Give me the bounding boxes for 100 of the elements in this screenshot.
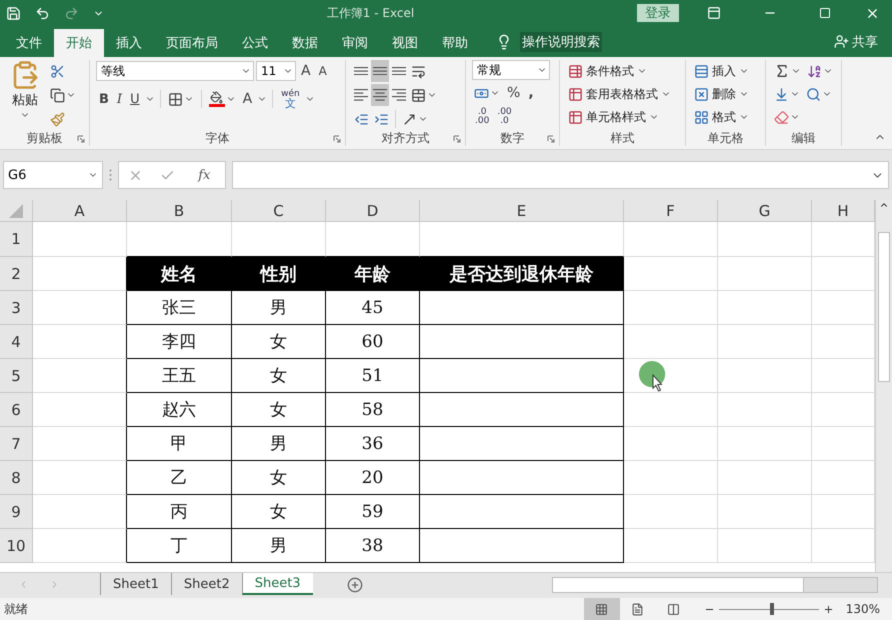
table-cell[interactable]: 男 <box>232 529 326 563</box>
zoom-level[interactable]: 130% <box>846 602 880 616</box>
percent-button[interactable]: % <box>504 82 524 104</box>
dialog-launcher-icon[interactable] <box>547 135 555 143</box>
align-middle-button[interactable] <box>371 60 389 82</box>
row-header[interactable]: 6 <box>0 393 33 427</box>
save-icon[interactable] <box>6 6 21 20</box>
table-header-cell[interactable]: 姓名 <box>127 257 232 291</box>
insert-function-button[interactable]: fx <box>192 166 216 184</box>
ribbon-tab[interactable]: 公式 <box>230 29 280 57</box>
italic-button[interactable]: I <box>114 88 126 110</box>
ribbon-tab[interactable]: 帮助 <box>430 29 480 57</box>
table-cell[interactable]: 女 <box>232 461 326 495</box>
table-cell[interactable]: 59 <box>326 495 420 529</box>
column-header[interactable]: F <box>624 200 718 222</box>
ribbon-display-icon[interactable] <box>707 6 721 20</box>
font-name-field[interactable]: 等线 <box>96 61 254 81</box>
row-header[interactable]: 9 <box>0 495 33 529</box>
sheet-tab[interactable]: Sheet3 <box>242 573 313 595</box>
column-header[interactable]: C <box>232 200 326 222</box>
cells-menu-button[interactable]: 插入 <box>692 60 751 82</box>
table-cell[interactable]: 李四 <box>127 325 232 359</box>
cells-menu-button[interactable]: 删除 <box>692 83 751 105</box>
row-header[interactable]: 7 <box>0 427 33 461</box>
font-size-field[interactable]: 11 <box>256 61 296 81</box>
table-cell[interactable]: 60 <box>326 325 420 359</box>
underline-button[interactable]: U <box>127 88 143 110</box>
new-sheet-icon[interactable] <box>346 577 363 593</box>
table-header-cell[interactable]: 年龄 <box>326 257 420 291</box>
ribbon-tab[interactable]: 数据 <box>280 29 330 57</box>
font-color-button[interactable]: A <box>240 88 256 110</box>
name-box[interactable]: G6 <box>3 161 103 189</box>
ribbon-tab[interactable]: 插入 <box>104 29 154 57</box>
empty-cell[interactable] <box>420 291 624 325</box>
dialog-launcher-icon[interactable] <box>77 135 85 143</box>
ribbon-tab[interactable]: 视图 <box>380 29 430 57</box>
row-header[interactable]: 1 <box>0 222 33 257</box>
phonetic-button[interactable]: wén 文 <box>278 90 303 108</box>
dialog-launcher-icon[interactable] <box>453 135 461 143</box>
maximize-icon[interactable] <box>819 7 831 19</box>
table-cell[interactable]: 男 <box>232 427 326 461</box>
row-header[interactable]: 5 <box>0 359 33 393</box>
empty-cell[interactable] <box>420 495 624 529</box>
table-cell[interactable]: 36 <box>326 427 420 461</box>
style-menu-button[interactable]: 单元格样式 <box>566 106 673 128</box>
scrollbar-thumb[interactable] <box>878 232 890 382</box>
number-format-field[interactable]: 常规 <box>472 60 550 80</box>
sheet-tab[interactable]: Sheet1 <box>100 573 171 595</box>
column-header[interactable]: G <box>718 200 812 222</box>
cells-menu-button[interactable]: 格式 <box>692 106 751 128</box>
bold-button[interactable]: B <box>96 88 112 110</box>
tell-me-search[interactable]: 操作说明搜索 <box>520 32 602 52</box>
decimal-places-button[interactable]: .0 .00 <box>472 108 492 126</box>
share-button[interactable]: 共享 <box>828 26 884 57</box>
empty-cell[interactable] <box>420 461 624 495</box>
ribbon-tab[interactable]: 文件 <box>4 29 54 57</box>
empty-cell[interactable] <box>420 529 624 563</box>
zoom-in-icon[interactable] <box>822 604 834 614</box>
login-button[interactable]: 登录 <box>637 4 679 22</box>
table-cell[interactable]: 张三 <box>127 291 232 325</box>
table-cell[interactable]: 赵六 <box>127 393 232 427</box>
empty-cell[interactable] <box>420 325 624 359</box>
undo-icon[interactable] <box>35 6 50 20</box>
table-cell[interactable]: 男 <box>232 291 326 325</box>
paste-button[interactable]: 粘贴 <box>6 60 44 130</box>
style-menu-button[interactable]: 条件格式 <box>566 60 673 82</box>
row-header[interactable]: 8 <box>0 461 33 495</box>
row-header[interactable]: 10 <box>0 529 33 563</box>
column-header[interactable]: E <box>420 200 624 222</box>
table-cell[interactable]: 38 <box>326 529 420 563</box>
comma-style-button[interactable]: , <box>525 82 537 104</box>
redo-icon[interactable] <box>64 6 79 20</box>
align-center-button[interactable] <box>371 84 389 106</box>
dialog-launcher-icon[interactable] <box>333 135 341 143</box>
table-cell[interactable]: 丙 <box>127 495 232 529</box>
table-cell[interactable]: 58 <box>326 393 420 427</box>
empty-cell[interactable] <box>420 393 624 427</box>
drag-handle-icon[interactable] <box>109 169 112 181</box>
decrease-font-size-button[interactable]: A <box>316 60 330 82</box>
increase-font-size-button[interactable]: A <box>298 60 314 82</box>
style-menu-button[interactable]: 套用表格格式 <box>566 83 673 105</box>
table-header-cell[interactable]: 性别 <box>232 257 326 291</box>
ribbon-tab[interactable]: 审阅 <box>330 29 380 57</box>
table-cell[interactable]: 甲 <box>127 427 232 461</box>
horizontal-scrollbar[interactable] <box>552 577 878 593</box>
vertical-scrollbar[interactable] <box>875 200 892 572</box>
empty-cell[interactable] <box>420 427 624 461</box>
zoom-slider-thumb[interactable] <box>770 603 774 615</box>
column-header[interactable]: D <box>326 200 420 222</box>
column-header[interactable]: B <box>127 200 232 222</box>
table-cell[interactable]: 乙 <box>127 461 232 495</box>
scrollbar-thumb[interactable] <box>553 578 804 592</box>
table-cell[interactable]: 丁 <box>127 529 232 563</box>
table-header-cell[interactable]: 是否达到退休年龄 <box>420 257 624 291</box>
table-cell[interactable]: 20 <box>326 461 420 495</box>
formula-input[interactable] <box>232 161 889 189</box>
table-cell[interactable]: 女 <box>232 325 326 359</box>
decimal-places-button[interactable]: .00 .0 <box>494 108 515 126</box>
table-cell[interactable]: 王五 <box>127 359 232 393</box>
table-cell[interactable]: 女 <box>232 359 326 393</box>
